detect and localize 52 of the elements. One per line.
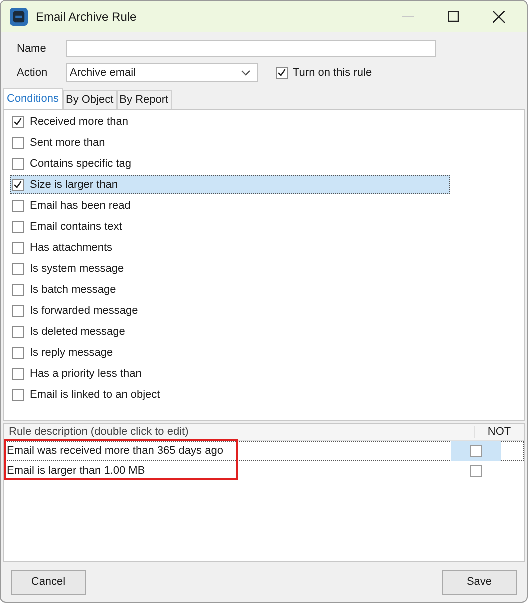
cancel-button[interactable]: Cancel: [11, 570, 86, 594]
checkbox[interactable]: [12, 262, 24, 274]
column-header: NOT: [474, 426, 524, 438]
checkbox[interactable]: [12, 242, 24, 254]
window-title: Email Archive Rule: [36, 10, 138, 24]
column-header: Rule description (double click to edit): [8, 426, 190, 438]
condition-item[interactable]: Email is linked to an object: [10, 385, 450, 404]
checkbox[interactable]: [12, 284, 24, 296]
checkbox[interactable]: [12, 178, 24, 190]
condition-item[interactable]: Sent more than: [10, 133, 450, 152]
checkbox-label: Turn on this rule: [293, 66, 372, 78]
tab[interactable]: By Report: [116, 90, 172, 109]
condition-item[interactable]: Is reply message: [10, 343, 450, 362]
name-label: Name: [17, 42, 48, 54]
app-logo-icon: [10, 8, 28, 26]
action-label: Action: [17, 66, 49, 78]
checkbox[interactable]: [470, 445, 482, 457]
checkbox[interactable]: [12, 388, 24, 400]
checkbox[interactable]: [12, 220, 24, 232]
chevron-down-icon: [241, 70, 251, 76]
condition-item[interactable]: Received more than: [10, 112, 450, 131]
checkbox[interactable]: [12, 304, 24, 316]
action-dropdown[interactable]: Archive email: [66, 63, 258, 82]
table-row[interactable]: Email is larger than 1.00 MB: [4, 461, 524, 481]
checkbox[interactable]: [12, 116, 24, 128]
condition-item[interactable]: Is system message: [10, 259, 450, 278]
condition-item[interactable]: Has a priority less than: [10, 364, 450, 383]
checkbox[interactable]: [276, 66, 288, 78]
condition-item[interactable]: Has attachments: [10, 238, 450, 257]
condition-item[interactable]: Is forwarded message: [10, 301, 450, 320]
table-cell-text: Email was received more than 365 days ago: [6, 445, 224, 457]
condition-item[interactable]: Size is larger than: [10, 175, 450, 194]
tab[interactable]: Conditions: [3, 88, 63, 109]
checkbox[interactable]: [12, 200, 24, 212]
checkbox[interactable]: [12, 346, 24, 358]
condition-item[interactable]: Contains specific tag: [10, 154, 450, 173]
checkbox[interactable]: [12, 368, 24, 380]
tab[interactable]: By Object: [62, 90, 117, 109]
name-field[interactable]: [66, 40, 436, 57]
condition-item[interactable]: Email has been read: [10, 196, 450, 215]
checkbox[interactable]: [12, 326, 24, 338]
condition-item[interactable]: Is deleted message: [10, 322, 450, 341]
checkbox[interactable]: [12, 136, 24, 148]
checkbox[interactable]: [470, 465, 482, 477]
table-cell-text: Email is larger than 1.00 MB: [6, 465, 146, 477]
close-icon[interactable]: [493, 10, 505, 22]
maximize-icon[interactable]: [448, 11, 459, 22]
condition-item[interactable]: Is batch message: [10, 280, 450, 299]
save-button[interactable]: Save: [442, 570, 517, 594]
checkbox[interactable]: [12, 158, 24, 170]
condition-item[interactable]: Email contains text: [10, 217, 450, 236]
table-row[interactable]: Email was received more than 365 days ago: [4, 441, 524, 461]
